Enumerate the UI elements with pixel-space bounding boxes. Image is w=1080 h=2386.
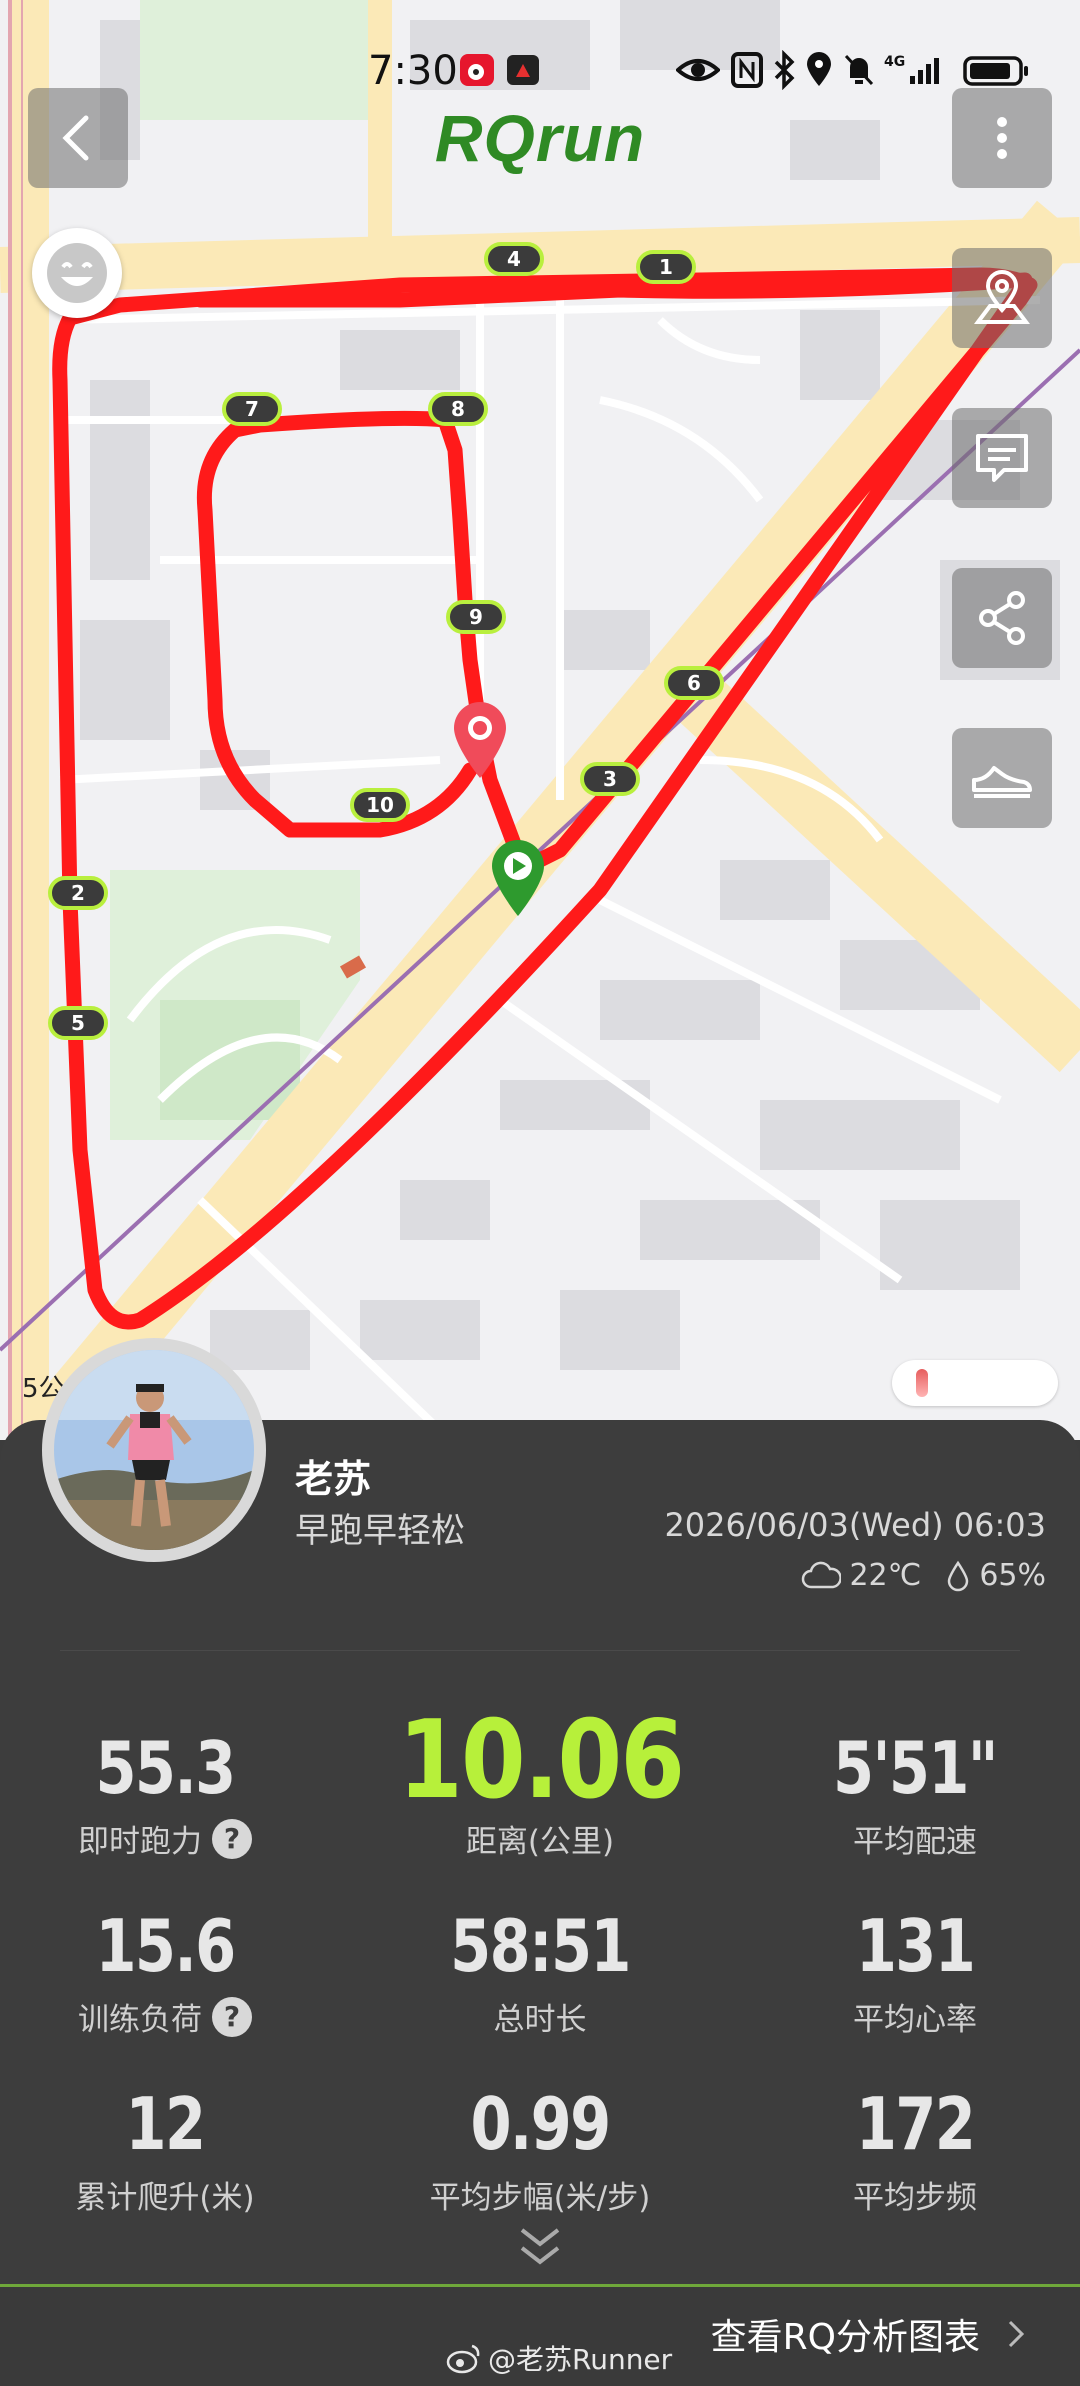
back-button[interactable]	[28, 88, 128, 188]
km-marker-8: 8	[428, 392, 488, 426]
km-marker-3: 3	[580, 762, 640, 796]
more-vertical-icon	[997, 117, 1007, 159]
route-location-button[interactable]	[952, 248, 1052, 348]
share-icon	[979, 591, 1025, 645]
stat-label: 平均心率	[853, 2002, 977, 2038]
cloud-icon	[802, 1561, 842, 1588]
stat-avg-stride: 0.99 平均步幅(米/步)	[375, 2084, 705, 2217]
km-marker-1: 1	[636, 250, 696, 284]
stat-total-time: 58:51 总时长	[375, 1906, 705, 2039]
temperature: 22℃	[849, 1558, 922, 1593]
stat-elevation-gain: 12 累计爬升(米)	[0, 2084, 330, 2217]
chevron-left-icon	[62, 115, 89, 161]
avatar[interactable]	[42, 1338, 266, 1562]
stat-label: 平均步频	[853, 2180, 977, 2216]
map-pin-icon	[974, 270, 1030, 324]
stat-value: 0.99	[470, 2082, 611, 2166]
location-icon	[804, 50, 844, 90]
view-analysis-label: 查看RQ分析图表	[710, 2317, 980, 2358]
panel-divider	[60, 1650, 1020, 1651]
km-marker-10: 10	[350, 788, 410, 822]
run-datetime: 2026/06/03(Wed) 06:03	[664, 1506, 1046, 1544]
comment-button[interactable]	[952, 408, 1052, 508]
km-marker-6: 6	[664, 666, 724, 700]
stat-value: 55.3	[95, 1726, 236, 1810]
stat-value: 5'51"	[833, 1726, 999, 1810]
km-marker-2: 2	[48, 876, 108, 910]
smiley-face-icon	[47, 243, 107, 303]
km-marker-7: 7	[222, 392, 282, 426]
km-marker-9: 9	[446, 600, 506, 634]
double-chevron-down-icon	[520, 2228, 560, 2265]
stat-label: 平均步幅(米/步)	[429, 2180, 651, 2216]
map-canvas	[0, 0, 1080, 1460]
help-icon[interactable]: ?	[212, 1996, 252, 2037]
weibo-notification-icon	[458, 50, 498, 90]
signal-4g-icon: 4G	[882, 50, 952, 90]
stat-running-power: 55.3 即时跑力?	[0, 1728, 330, 1861]
finish-pin-icon	[450, 700, 510, 780]
battery-icon	[962, 50, 1032, 90]
help-icon[interactable]: ?	[212, 1818, 252, 1859]
nfc-icon	[730, 50, 770, 90]
km-marker-5: 5	[48, 1006, 108, 1040]
stat-value-distance: 10.06	[398, 1698, 685, 1823]
app-notification-icon	[504, 50, 544, 90]
stat-value: 172	[855, 2082, 976, 2166]
comment-icon	[976, 434, 1028, 482]
view-analysis-link[interactable]: 查看RQ分析图表	[711, 2308, 1026, 2360]
stat-value: 58:51	[450, 1904, 631, 1988]
stat-value: 15.6	[95, 1904, 236, 1988]
shoe-button[interactable]	[952, 728, 1052, 828]
playback-slider[interactable]	[892, 1360, 1058, 1406]
status-time: 7:30	[368, 48, 458, 94]
stat-label: 总时长	[493, 2002, 587, 2038]
weibo-logo-icon	[446, 2344, 480, 2374]
watermark-text: @老苏Runner	[488, 2343, 673, 2376]
humidity-drop-icon	[948, 1560, 969, 1591]
chevron-right-icon	[1008, 2320, 1025, 2348]
network-label: 4G	[884, 54, 905, 70]
user-name: 老苏	[295, 1457, 372, 1501]
running-shoe-icon	[972, 766, 1032, 798]
stat-value: 12	[125, 2082, 207, 2166]
stat-label: 累计爬升(米)	[75, 2180, 255, 2216]
start-pin-icon	[488, 838, 548, 918]
mood-button[interactable]	[32, 228, 122, 318]
stat-label: 平均配速	[853, 1824, 977, 1860]
mute-bell-icon	[842, 50, 882, 90]
humidity: 65%	[979, 1558, 1046, 1593]
stat-avg-pace: 5'51" 平均配速	[750, 1728, 1080, 1861]
stat-label: 即时跑力	[78, 1824, 202, 1860]
avatar-photo	[54, 1350, 254, 1550]
stat-distance: 10.06 距离(公里)	[375, 1706, 705, 1861]
stat-label: 训练负荷	[78, 2002, 202, 2038]
user-motto: 早跑早轻松	[295, 1511, 465, 1551]
weather-info: 22℃ 65%	[801, 1558, 1046, 1593]
app-brand-logo: RQrun	[434, 101, 646, 175]
stat-avg-cadence: 172 平均步频	[750, 2084, 1080, 2217]
eye-icon	[675, 50, 721, 90]
stat-value: 131	[855, 1904, 976, 1988]
more-menu-button[interactable]	[952, 88, 1052, 188]
share-button[interactable]	[952, 568, 1052, 668]
stat-training-load: 15.6 训练负荷?	[0, 1906, 330, 2039]
expand-more-button[interactable]	[516, 2224, 564, 2272]
route-map[interactable]: 1 2 3 4 5 6 7 8 9 10	[0, 0, 1080, 1460]
watermark: @老苏Runner	[446, 2338, 672, 2378]
playback-slider-handle[interactable]	[916, 1369, 928, 1397]
stat-avg-heart-rate: 131 平均心率	[750, 1906, 1080, 2039]
km-marker-4: 4	[484, 242, 544, 276]
